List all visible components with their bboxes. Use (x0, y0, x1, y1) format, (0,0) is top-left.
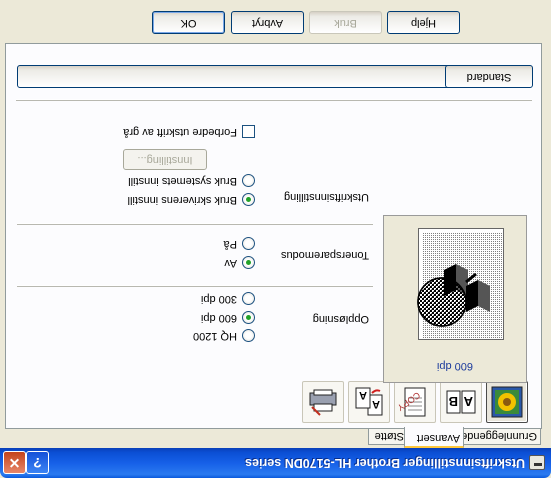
divider (16, 99, 532, 101)
preview-graphic (417, 232, 502, 338)
standard-area (17, 65, 451, 88)
radio-toner-off[interactable] (242, 256, 255, 269)
improve-gray-label: Forbedre utskrift av grå (123, 126, 237, 138)
tab-avansert[interactable]: Avansert (404, 427, 464, 448)
standard-button[interactable]: Standard (445, 65, 533, 88)
radio-toner-on[interactable] (242, 237, 255, 250)
svg-text:A: A (463, 394, 473, 409)
option-toner-on-label: På (223, 238, 237, 250)
divider (17, 285, 373, 287)
device-options-button[interactable] (302, 381, 344, 423)
watermark-icon: COPY (398, 387, 426, 417)
page-setting-icon: A A (355, 387, 383, 416)
window-title: Utskriftsinnstillinger Brother HL-5170DN… (245, 456, 525, 470)
cancel-button[interactable]: Avbryt (231, 11, 304, 34)
svg-text:A: A (359, 389, 367, 401)
help-button[interactable]: Hjelp (387, 11, 460, 34)
svg-text:A: A (372, 398, 380, 410)
title-bar[interactable]: Utskriftsinnstillinger Brother HL-5170DN… (0, 448, 551, 478)
option-printer-settings-label: Bruk skriverens innstill (127, 194, 237, 206)
ok-button[interactable]: OK (152, 11, 225, 34)
duplex-icon: A B (446, 390, 476, 414)
radio-printer-settings[interactable] (242, 193, 255, 206)
radio-system-settings[interactable] (242, 174, 255, 187)
option-300dpi-label: 300 dpi (200, 293, 237, 305)
option-hq1200-label: HQ 1200 (192, 330, 237, 342)
question-mark-icon: ? (33, 455, 42, 471)
improve-gray-checkbox[interactable] (242, 125, 255, 138)
print-quality-icon (491, 386, 523, 418)
close-icon: ✕ (8, 455, 21, 471)
toner-save-label: Tonersparemodus (280, 249, 369, 261)
tab-stotte[interactable]: Støtte (368, 428, 408, 445)
apply-button[interactable]: Bruk (309, 11, 382, 34)
device-options-icon (309, 389, 337, 416)
close-button[interactable]: ✕ (3, 451, 26, 474)
print-preview-panel: 600 dpi (383, 215, 527, 383)
resolution-label: Oppløsning (312, 313, 369, 325)
option-system-settings-label: Bruk systemets innstill (128, 175, 237, 187)
divider (17, 223, 373, 225)
printer-app-icon (529, 455, 545, 470)
tab-grunnleggende[interactable]: Grunnleggende (457, 428, 541, 445)
radio-hq1200[interactable] (242, 329, 255, 342)
page-setting-button[interactable]: A A (348, 381, 390, 423)
help-title-button[interactable]: ? (26, 451, 49, 474)
option-600dpi-label: 600 dpi (200, 312, 237, 324)
radio-300dpi[interactable] (242, 292, 255, 305)
print-setting-label: Utskriftsinnstilling (284, 191, 369, 203)
dialog-window: Utskriftsinnstillinger Brother HL-5170DN… (0, 0, 551, 478)
radio-600dpi[interactable] (242, 311, 255, 324)
option-toner-off-label: Av (224, 257, 237, 269)
watermark-button[interactable]: COPY (394, 381, 436, 423)
print-quality-button[interactable] (486, 381, 528, 423)
svg-text:B: B (449, 394, 458, 409)
duplex-button[interactable]: A B (440, 381, 482, 423)
settings-button[interactable]: Innstilling... (123, 149, 207, 170)
tab-page-advanced: A B COPY A A 600 dpi HQ 1200 600 dpi 300… (5, 43, 542, 429)
